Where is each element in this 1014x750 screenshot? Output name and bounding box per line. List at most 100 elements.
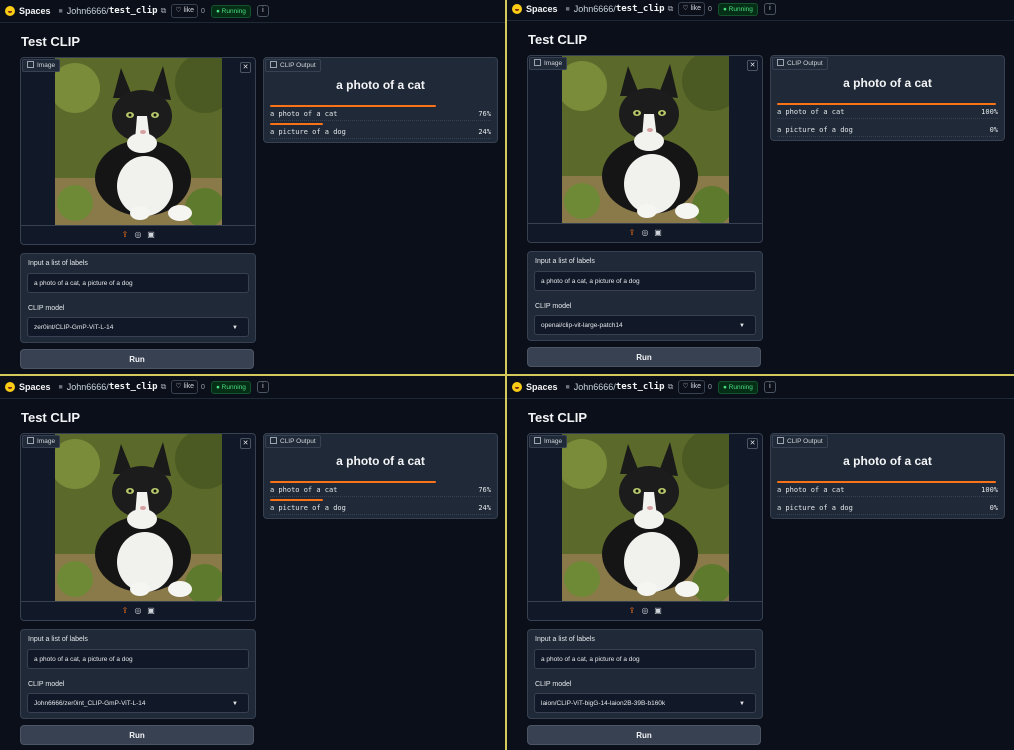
- close-icon[interactable]: ✕: [240, 438, 251, 449]
- hugging-face-logo-icon[interactable]: [5, 6, 15, 16]
- clip-output-panel: CLIP Output a photo of a cat a photo of …: [770, 433, 1005, 519]
- spaces-link[interactable]: Spaces: [526, 4, 558, 14]
- repo-link[interactable]: test_clip: [616, 382, 665, 392]
- hugging-face-logo-icon[interactable]: [5, 382, 15, 392]
- top-prediction: a photo of a cat: [843, 454, 932, 468]
- copy-icon[interactable]: ⧉: [161, 6, 167, 16]
- result-label: a photo of a cat: [777, 108, 845, 116]
- app-window: Spaces ■ John6666/ test_clip ⧉ ♡ like 0 …: [0, 0, 505, 374]
- model-dropdown[interactable]: openai/clip-vit-large-patch14 ▼: [534, 315, 756, 335]
- avatar-icon: ■: [565, 5, 570, 13]
- copy-icon[interactable]: ⧉: [161, 382, 167, 392]
- clip-output-panel: CLIP Output a photo of a cat a photo of …: [263, 433, 498, 519]
- labels-field-label: Input a list of labels: [28, 636, 88, 643]
- repo-link[interactable]: test_clip: [109, 382, 158, 392]
- upload-icon[interactable]: ⇪: [628, 229, 636, 237]
- labels-input[interactable]: a photo of a cat, a picture of a dog: [534, 649, 756, 669]
- result-percent: 24%: [478, 128, 491, 136]
- result-row[interactable]: a picture of a dog 0%: [777, 126, 998, 137]
- like-count: 0: [708, 383, 712, 391]
- hugging-face-logo-icon[interactable]: [512, 382, 522, 392]
- image-label: Image: [529, 435, 568, 448]
- labels-input[interactable]: a photo of a cat, a picture of a dog: [27, 649, 249, 669]
- labels-input[interactable]: a photo of a cat, a picture of a dog: [534, 271, 756, 291]
- run-button[interactable]: Run: [527, 347, 761, 367]
- output-label: CLIP Output: [265, 59, 321, 72]
- info-icon[interactable]: i: [256, 381, 269, 393]
- result-percent: 100%: [981, 486, 998, 494]
- result-label: a picture of a dog: [270, 504, 346, 512]
- close-icon[interactable]: ✕: [747, 60, 758, 71]
- run-button[interactable]: Run: [527, 725, 761, 745]
- image-icon: [534, 59, 541, 66]
- image-panel: Image ✕ ⇪ ◎ ▣: [20, 57, 256, 245]
- upload-icon[interactable]: ⇪: [121, 231, 129, 239]
- result-row[interactable]: a photo of a cat 100%: [777, 486, 998, 497]
- inputs-panel: Input a list of labels a photo of a cat,…: [20, 253, 256, 343]
- owner-link[interactable]: John6666/: [574, 382, 616, 392]
- image-icon: [27, 61, 34, 68]
- result-percent: 0%: [989, 126, 998, 134]
- labels-input[interactable]: a photo of a cat, a picture of a dog: [27, 273, 249, 293]
- avatar-icon: ■: [565, 383, 570, 391]
- result-percent: 76%: [478, 110, 491, 118]
- result-row[interactable]: a photo of a cat 100%: [777, 108, 998, 119]
- output-label: CLIP Output: [265, 435, 321, 448]
- upload-icon[interactable]: ⇪: [628, 607, 636, 615]
- label-icon: [270, 437, 277, 444]
- close-icon[interactable]: ✕: [240, 62, 251, 73]
- webcam-icon[interactable]: ◎: [134, 231, 142, 239]
- result-row[interactable]: a picture of a dog 0%: [777, 504, 998, 515]
- webcam-icon[interactable]: ◎: [641, 229, 649, 237]
- upload-icon[interactable]: ⇪: [121, 607, 129, 615]
- info-icon[interactable]: i: [763, 3, 776, 15]
- model-dropdown[interactable]: John6666/zer0int_CLIP-GmP-ViT-L-14 ▼: [27, 693, 249, 713]
- image-label-text: Image: [544, 438, 563, 445]
- close-icon[interactable]: ✕: [747, 438, 758, 449]
- like-button[interactable]: ♡ like: [678, 2, 706, 16]
- cat-image: [562, 434, 729, 601]
- like-button[interactable]: ♡ like: [171, 4, 199, 18]
- result-row[interactable]: a photo of a cat 76%: [270, 486, 491, 497]
- run-button[interactable]: Run: [20, 725, 254, 745]
- model-dropdown[interactable]: laion/CLIP-ViT-bigG-14-laion2B-39B-b160k…: [534, 693, 756, 713]
- hugging-face-logo-icon[interactable]: [512, 4, 522, 14]
- info-icon[interactable]: i: [763, 381, 776, 393]
- output-label: CLIP Output: [772, 57, 828, 70]
- avatar-icon: ■: [58, 7, 63, 15]
- result-row[interactable]: a photo of a cat 76%: [270, 110, 491, 121]
- chevron-down-icon: ▼: [739, 701, 745, 707]
- copy-icon[interactable]: ⧉: [668, 382, 674, 392]
- result-row[interactable]: a picture of a dog 24%: [270, 128, 491, 139]
- clipboard-icon[interactable]: ▣: [654, 229, 662, 237]
- model-field-label: CLIP model: [535, 303, 572, 310]
- owner-link[interactable]: John6666/: [574, 4, 616, 14]
- repo-link[interactable]: test_clip: [109, 6, 158, 16]
- like-button[interactable]: ♡ like: [171, 380, 199, 394]
- output-label: CLIP Output: [772, 435, 828, 448]
- top-prediction: a photo of a cat: [336, 454, 425, 468]
- repo-link[interactable]: test_clip: [616, 4, 665, 14]
- spaces-link[interactable]: Spaces: [19, 382, 51, 392]
- image-toolbar: ⇪ ◎ ▣: [21, 225, 255, 244]
- clipboard-icon[interactable]: ▣: [147, 607, 155, 615]
- info-icon[interactable]: i: [256, 5, 269, 17]
- spaces-link[interactable]: Spaces: [19, 6, 51, 16]
- clipboard-icon[interactable]: ▣: [147, 231, 155, 239]
- model-dropdown[interactable]: zer0int/CLIP-GmP-ViT-L-14 ▼: [27, 317, 249, 337]
- result-row[interactable]: a picture of a dog 24%: [270, 504, 491, 515]
- webcam-icon[interactable]: ◎: [134, 607, 142, 615]
- image-label: Image: [22, 435, 61, 448]
- clipboard-icon[interactable]: ▣: [654, 607, 662, 615]
- webcam-icon[interactable]: ◎: [641, 607, 649, 615]
- image-toolbar: ⇪ ◎ ▣: [21, 601, 255, 620]
- output-label-text: CLIP Output: [787, 60, 823, 67]
- like-button[interactable]: ♡ like: [678, 380, 706, 394]
- owner-link[interactable]: John6666/: [67, 6, 109, 16]
- owner-link[interactable]: John6666/: [67, 382, 109, 392]
- copy-icon[interactable]: ⧉: [668, 4, 674, 14]
- run-button[interactable]: Run: [20, 349, 254, 369]
- label-icon: [777, 59, 784, 66]
- spaces-link[interactable]: Spaces: [526, 382, 558, 392]
- inputs-panel: Input a list of labels a photo of a cat,…: [527, 629, 763, 719]
